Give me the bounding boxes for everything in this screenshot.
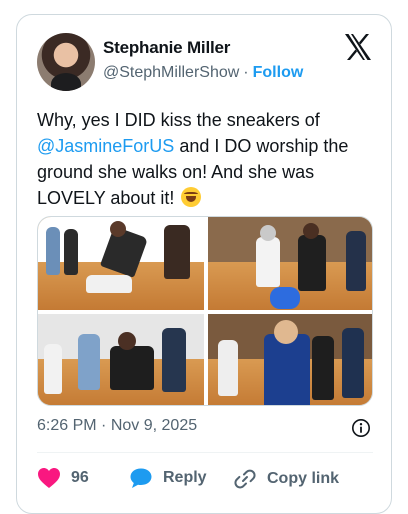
heart-icon (38, 468, 60, 488)
tweet-card[interactable]: Stephanie Miller @StephMillerShow · Follow… (16, 14, 392, 514)
author-name[interactable]: Stephanie Miller (103, 38, 230, 58)
tweet-timestamp[interactable]: 6:26 PM · Nov 9, 2025 (37, 417, 197, 435)
reply-button[interactable]: Reply (129, 467, 207, 489)
like-count: 96 (71, 469, 89, 486)
copy-link-label: Copy link (267, 470, 340, 487)
reply-label: Reply (163, 469, 207, 486)
link-icon (234, 469, 256, 489)
tweet-text-part1: Why, yes I DID kiss the sneakers of (37, 110, 320, 130)
action-bar: 96 Reply Copy link (37, 458, 373, 498)
divider (37, 452, 373, 453)
tweet-date: Nov 9, 2025 (110, 417, 198, 434)
photo-3[interactable] (38, 314, 204, 405)
follow-button[interactable]: Follow (253, 64, 304, 81)
copy-link-button[interactable]: Copy link (233, 467, 339, 491)
tweet-text: Why, yes I DID kiss the sneakers of @Jas… (37, 107, 373, 211)
rolling-laughing-emoji-icon (181, 187, 202, 207)
photo-4[interactable] (208, 314, 372, 405)
author-avatar[interactable] (37, 33, 95, 91)
speech-bubble-icon (130, 468, 152, 488)
mention-link[interactable]: @JasmineForUS (37, 136, 174, 156)
x-logo-icon[interactable] (343, 33, 373, 61)
photo-1[interactable] (38, 217, 204, 310)
media-grid[interactable] (37, 216, 373, 406)
timestamp-separator: · (101, 417, 107, 434)
tweet-time: 6:26 PM (37, 417, 97, 434)
author-handle-row: @StephMillerShow · Follow (103, 64, 303, 82)
like-button[interactable]: 96 (37, 467, 89, 489)
info-icon[interactable] (351, 418, 371, 438)
author-handle[interactable]: @StephMillerShow (103, 64, 239, 81)
handle-separator: · (243, 64, 249, 81)
photo-2[interactable] (208, 217, 372, 310)
